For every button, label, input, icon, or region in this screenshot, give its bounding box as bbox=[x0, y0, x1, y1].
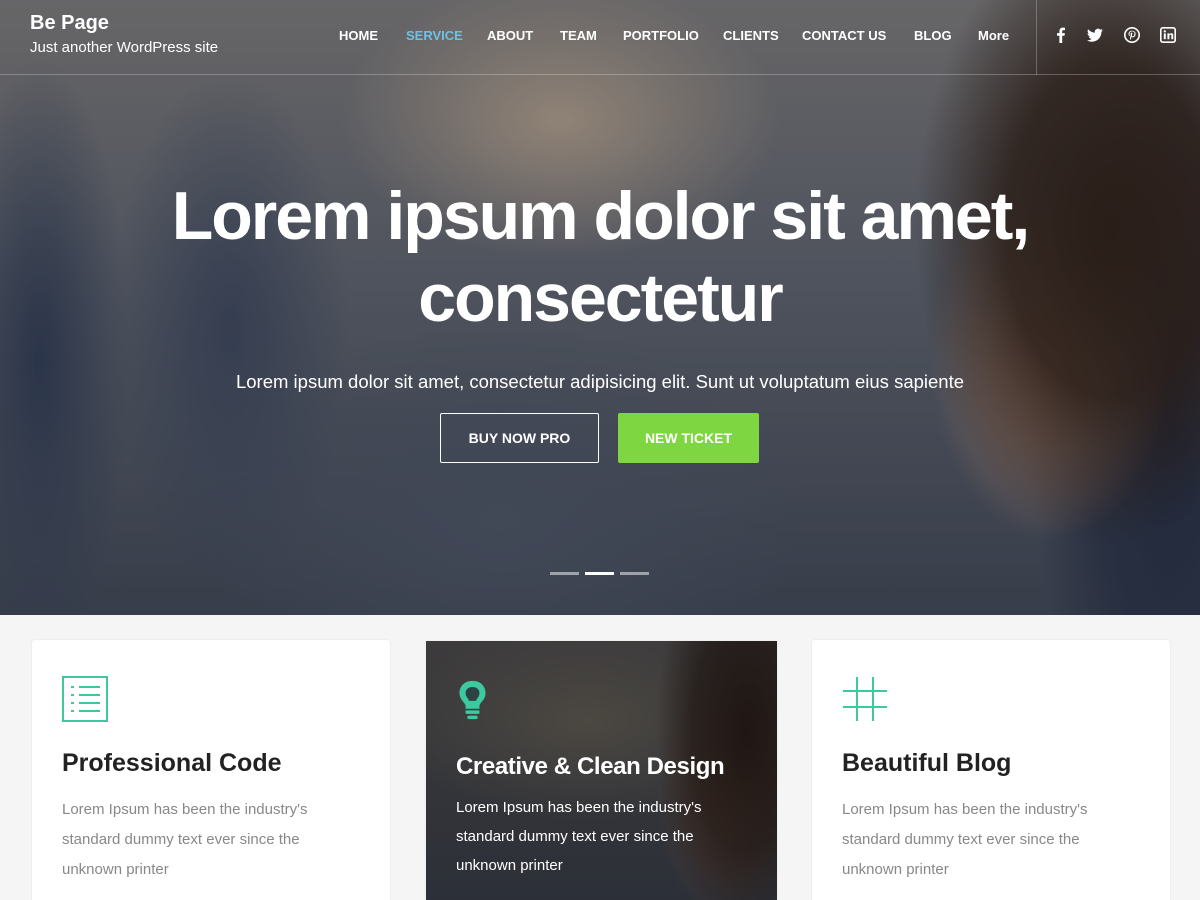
buy-now-pro-button[interactable]: BUY NOW PRO bbox=[440, 413, 599, 463]
feature-text: Lorem Ipsum has been the industry's stan… bbox=[456, 799, 702, 874]
nav-divider bbox=[1036, 0, 1037, 75]
linkedin-icon[interactable] bbox=[1160, 27, 1176, 43]
grid-icon bbox=[842, 676, 888, 722]
feature-title: Professional Code bbox=[62, 749, 282, 777]
twitter-icon[interactable] bbox=[1087, 27, 1103, 43]
hero-title-line2: consectetur bbox=[418, 260, 783, 336]
site-header: Be Page Just another WordPress site HOME… bbox=[0, 0, 1200, 75]
nav-item-team[interactable]: TEAM bbox=[560, 27, 597, 45]
nav-item-clients[interactable]: CLIENTS bbox=[723, 27, 779, 45]
feature-title: Creative & Clean Design bbox=[456, 753, 725, 780]
nav-item-service[interactable]: SERVICE bbox=[406, 27, 463, 45]
nav-item-more[interactable]: More bbox=[978, 27, 1009, 45]
slider-dot-3[interactable] bbox=[620, 572, 649, 575]
list-icon bbox=[62, 676, 108, 722]
feature-text: Lorem Ipsum has been the industry's stan… bbox=[62, 801, 308, 878]
feature-card-creative-design: Creative & Clean Design Lorem Ipsum has … bbox=[426, 641, 777, 900]
nav-item-portfolio[interactable]: PORTFOLIO bbox=[623, 27, 699, 45]
new-ticket-button[interactable]: NEW TICKET bbox=[618, 413, 759, 463]
site-tagline: Just another WordPress site bbox=[30, 39, 219, 56]
lightbulb-icon bbox=[456, 674, 502, 720]
nav-item-contact-us[interactable]: CONTACT US bbox=[802, 27, 886, 45]
site-branding: Be Page Just another WordPress site bbox=[30, 11, 218, 58]
hero-subtitle: Lorem ipsum dolor sit amet, consectetur … bbox=[235, 371, 965, 392]
slider-dot-2[interactable] bbox=[585, 572, 614, 575]
feature-title: Beautiful Blog bbox=[842, 749, 1012, 777]
slider-dot-1[interactable] bbox=[550, 572, 579, 575]
feature-text: Lorem Ipsum has been the industry's stan… bbox=[842, 801, 1088, 878]
hero-title-line1: Lorem ipsum dolor sit amet, bbox=[171, 178, 1031, 254]
site-title[interactable]: Be Page bbox=[30, 11, 218, 35]
nav-item-about[interactable]: ABOUT bbox=[487, 27, 533, 45]
nav-item-home[interactable]: HOME bbox=[339, 27, 378, 45]
facebook-icon[interactable] bbox=[1053, 27, 1069, 43]
hero-title: Lorem ipsum dolor sit amet, consectetur bbox=[0, 175, 1200, 339]
pinterest-icon[interactable] bbox=[1124, 27, 1140, 43]
feature-card-professional-code: Professional Code Lorem Ipsum has been t… bbox=[32, 640, 390, 900]
nav-item-blog[interactable]: BLOG bbox=[914, 27, 952, 45]
feature-card-beautiful-blog: Beautiful Blog Lorem Ipsum has been the … bbox=[812, 640, 1170, 900]
